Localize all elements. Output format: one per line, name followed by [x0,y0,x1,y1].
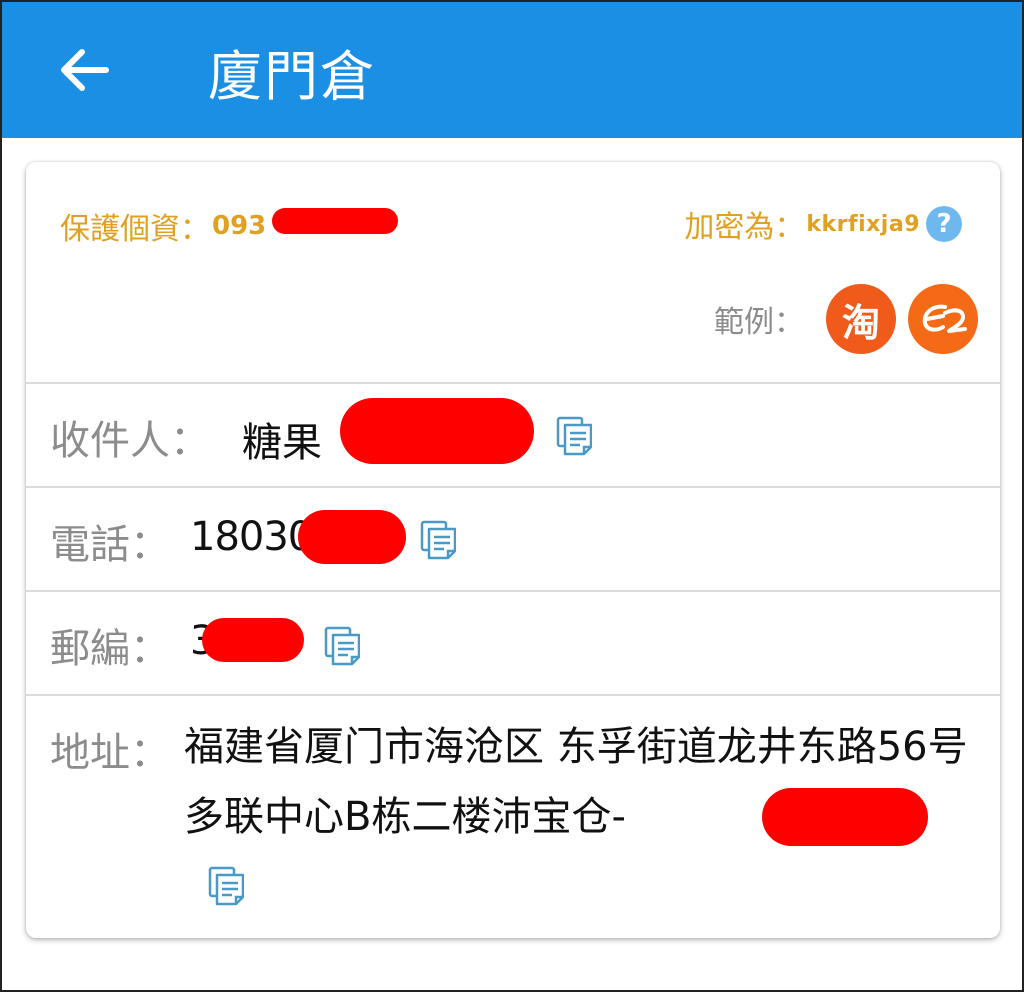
copy-icon[interactable] [324,626,360,666]
privacy-section: 保護個資： 093 加密為： kkrfixja9 ? 範例： 淘 [26,162,1000,384]
redaction-mark [202,618,304,662]
help-icon[interactable]: ? [926,206,962,242]
copy-icon[interactable] [420,520,456,560]
redaction-mark [272,208,398,234]
taobao-glyph: 淘 [841,300,880,345]
protect-label: 保護個資： [60,212,210,247]
copy-icon[interactable] [556,416,592,456]
phone-label: 電話： [50,522,170,568]
redaction-mark [762,788,928,846]
recipient-value: 糖果 [242,420,322,466]
alibaba-logo [922,304,967,333]
examples-label: 範例： [714,305,804,340]
encrypt-label: 加密為： [684,210,805,245]
back-button[interactable] [54,40,114,100]
address-label: 地址： [50,730,170,776]
arrow-left-icon [61,49,109,91]
postcode-row: 郵編： 3 [26,592,1000,696]
address-row: 地址： 福建省厦门市海沧区 东孚街道龙井东路56号多联中心B栋二楼沛宝仓- [26,696,1000,938]
taobao-icon[interactable]: 淘 [826,284,896,354]
encrypt-value: kkrfixja9 [806,211,920,237]
encrypt-info: 加密為： kkrfixja9 ? [684,202,962,246]
examples: 範例： 淘 [714,284,978,354]
redaction-mark [298,510,406,564]
postcode-label: 郵編： [50,626,170,672]
redaction-mark [340,398,534,464]
page-title: 廈門倉 [208,45,376,108]
protect-value: 093 [212,211,267,241]
copy-icon[interactable] [208,866,244,906]
protect-info: 保護個資： 093 [60,204,266,248]
phone-row: 電話： 180300 [26,488,1000,592]
address-card: 保護個資： 093 加密為： kkrfixja9 ? 範例： 淘 收件人： 糖果 [26,162,1000,938]
recipient-row: 收件人： 糖果 [26,384,1000,488]
recipient-label: 收件人： [50,418,210,464]
alibaba-icon[interactable] [908,284,978,354]
app-bar: 廈門倉 [2,2,1022,138]
